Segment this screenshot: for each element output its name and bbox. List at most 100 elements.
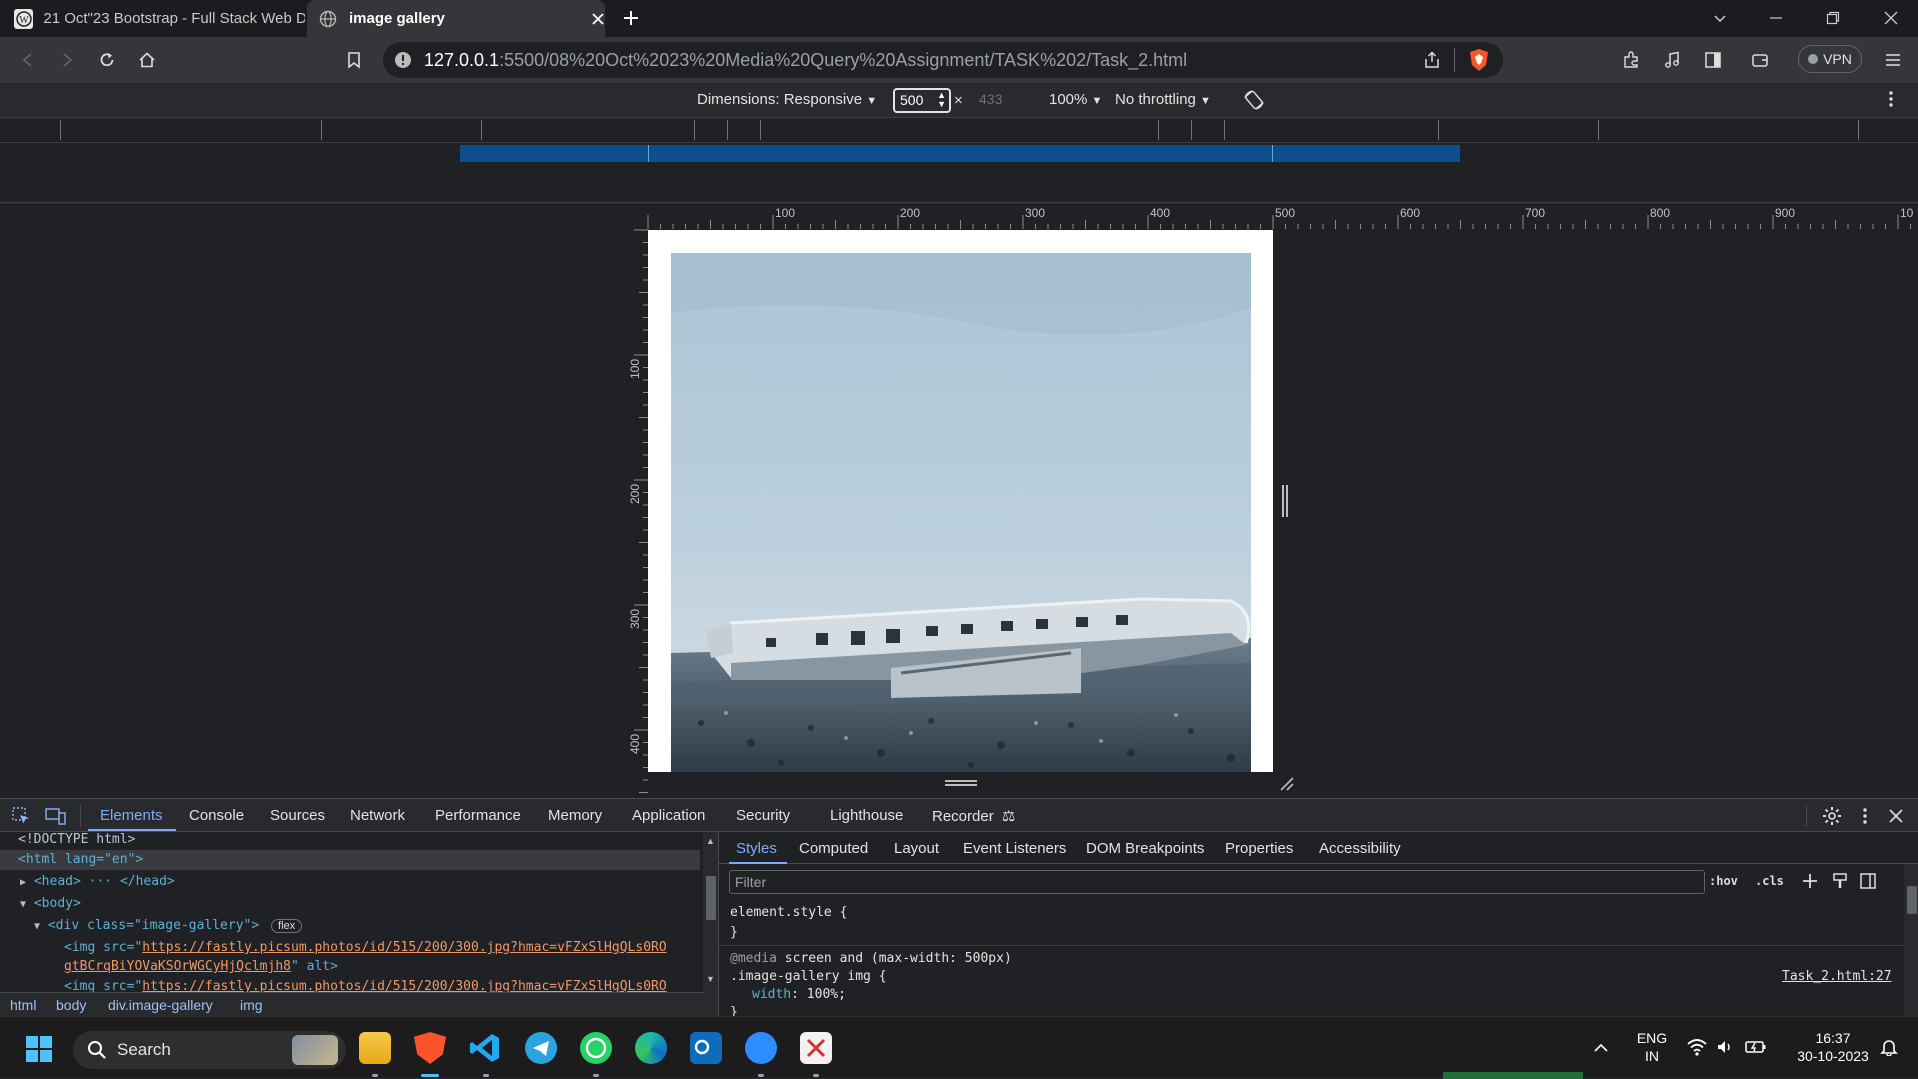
css-source-link[interactable]: Task_2.html:27 [1782,969,1892,984]
tab-image-gallery[interactable]: image gallery [307,0,605,37]
viewport-corner-resize-icon[interactable] [1279,776,1295,792]
media-music-icon[interactable] [1658,46,1686,74]
back-button[interactable] [14,46,42,74]
viewport-height-input[interactable]: 433 [979,91,1002,107]
subtab-event-listeners[interactable]: Event Listeners [963,840,1066,857]
bookmark-button[interactable] [340,46,368,74]
taskbar-clock[interactable]: 16:37 30-10-2023 [1788,1029,1878,1065]
media-query-breakpoints-bar[interactable] [0,117,1918,143]
tab-console[interactable]: Console [189,807,244,824]
share-icon[interactable] [1423,51,1441,69]
snipping-tool-icon[interactable] [800,1032,832,1064]
collapse-arrow-icon[interactable]: ▼ [20,899,26,910]
dom-body[interactable]: ▼ <body> [20,896,81,911]
tab-memory[interactable]: Memory [548,807,602,824]
battery-icon[interactable] [1745,1039,1767,1055]
show-hidden-icons-chevron-icon[interactable] [1593,1040,1609,1056]
subtab-computed[interactable]: Computed [799,840,868,857]
breadcrumb-img[interactable]: img [240,997,263,1013]
gallery-image[interactable] [671,253,1251,772]
wallet-icon[interactable] [1746,46,1774,74]
dom-doctype[interactable]: <!DOCTYPE html> [18,832,135,847]
img-src-link[interactable]: https://fastly.picsum.photos/id/515/200/… [142,979,666,992]
css-selector[interactable]: .image-gallery img { [730,969,887,984]
volume-icon[interactable] [1716,1038,1734,1056]
dom-div-image-gallery[interactable]: ▼ <div class="image-gallery"> flex [34,918,303,933]
home-button[interactable] [133,46,161,74]
css-media-query[interactable]: @media screen and (max-width: 500px) [730,951,1012,966]
site-info-icon[interactable] [394,51,412,69]
scroll-down-icon[interactable]: ▼ [706,974,715,984]
device-toggle-icon[interactable] [45,806,67,826]
input-language-indicator[interactable]: ENG IN [1632,1029,1672,1065]
css-element-style[interactable]: element.style { [730,905,847,920]
tab-search-chevron-icon[interactable] [1706,4,1734,32]
zoom-dropdown[interactable]: 100% ▼ [1049,91,1102,108]
dom-img-2[interactable]: <img src="https://fastly.picsum.photos/i… [64,979,667,992]
breadcrumb-html[interactable]: html [10,997,36,1013]
devtools-more-icon[interactable] [1862,807,1868,825]
restore-window-button[interactable] [1819,4,1847,32]
minimize-window-button[interactable] [1762,4,1790,32]
hov-button[interactable]: :hov [1709,874,1738,888]
brave-browser-icon[interactable] [414,1032,446,1064]
notifications-bell-icon[interactable] [1880,1038,1898,1056]
vscode-icon[interactable] [469,1032,501,1064]
new-tab-button[interactable] [617,4,645,32]
address-bar[interactable]: 127.0.0.1:5500/08%20Oct%2023%20Media%20Q… [383,42,1503,78]
subtab-dom-breakpoints[interactable]: DOM Breakpoints [1086,840,1204,857]
media-query-range[interactable] [460,145,1460,162]
expand-arrow-icon[interactable]: ▶ [20,877,26,888]
tab-sources[interactable]: Sources [270,807,325,824]
media-query-ranges-bar[interactable] [0,143,1918,203]
viewport-bottom-resize-handle[interactable] [945,779,977,787]
extensions-icon[interactable] [1617,46,1645,74]
edge-icon[interactable] [635,1032,667,1064]
close-tab-icon[interactable] [591,12,605,26]
dom-html[interactable]: <html lang="en"> [18,852,143,867]
wifi-icon[interactable] [1687,1038,1707,1056]
new-style-rule-icon[interactable] [1801,872,1819,890]
menu-hamburger-icon[interactable] [1879,46,1907,74]
sidebar-toggle-icon[interactable] [1699,46,1727,74]
tab-lighthouse[interactable]: Lighthouse [830,807,903,824]
img-src-link-cont[interactable]: gtBCrqBiYOVaKSOrWGCyHjQclmjh8 [64,959,291,974]
paint-brush-icon[interactable] [1831,872,1849,890]
cls-button[interactable]: .cls [1755,874,1784,888]
styles-scrollbar-thumb[interactable] [1907,886,1917,914]
dimensions-dropdown[interactable]: Dimensions: Responsive ▼ [697,91,877,108]
subtab-styles[interactable]: Styles [736,840,777,857]
taskbar-search[interactable]: Search [73,1031,346,1069]
telegram-icon[interactable] [525,1032,557,1064]
vpn-button[interactable]: VPN [1798,45,1862,73]
viewport-right-resize-handle[interactable] [1281,485,1289,517]
tab-security[interactable]: Security [736,807,790,824]
breadcrumb-body[interactable]: body [56,997,86,1013]
img-src-link[interactable]: https://fastly.picsum.photos/id/515/200/… [142,940,666,955]
forward-button[interactable] [53,46,81,74]
toggle-sidebar-icon[interactable] [1859,872,1877,890]
windows-start-icon[interactable] [25,1035,53,1063]
inspect-element-icon[interactable] [11,806,31,826]
dom-img-1-cont[interactable]: gtBCrqBiYOVaKSOrWGCyHjQclmjh8" alt> [64,959,338,974]
dom-head[interactable]: ▶ <head> ··· </head> [20,874,175,889]
subtab-layout[interactable]: Layout [894,840,939,857]
styles-filter-input[interactable]: Filter [729,870,1705,894]
breadcrumb-div[interactable]: div.image-gallery [108,997,213,1013]
close-window-button[interactable] [1877,4,1905,32]
brave-shields-icon[interactable] [1468,48,1490,72]
subtab-properties[interactable]: Properties [1225,840,1293,857]
file-explorer-icon[interactable] [359,1032,391,1064]
rotate-icon[interactable] [1242,88,1266,112]
outlook-new-icon[interactable] [690,1032,722,1064]
flex-badge[interactable]: flex [271,919,303,933]
scroll-up-icon[interactable]: ▲ [706,836,715,846]
dom-scrollbar-thumb[interactable] [706,876,716,920]
tab-bootstrap[interactable]: W 21 Oct"23 Bootstrap - Full Stack Web D [0,0,305,37]
settings-gear-icon[interactable] [1822,806,1842,826]
collapse-arrow-icon[interactable]: ▼ [34,921,40,932]
throttling-dropdown[interactable]: No throttling ▼ [1115,91,1211,108]
more-options-icon[interactable] [1888,90,1894,108]
close-devtools-icon[interactable] [1889,809,1903,823]
tab-network[interactable]: Network [350,807,405,824]
